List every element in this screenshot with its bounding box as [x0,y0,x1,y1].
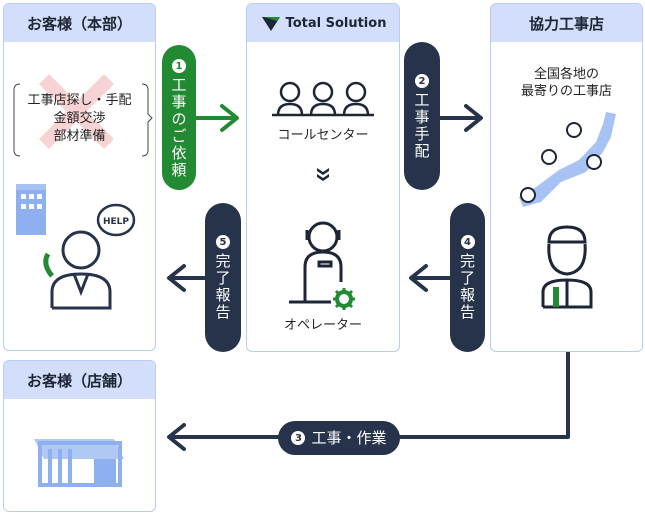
ts-illustration [272,81,374,310]
map-pin-icon [520,122,602,203]
step-number: 3 [291,431,306,445]
brand-name: Total Solution [285,15,387,31]
arrow-step1 [194,104,239,132]
task-item: 工事店探し・手配 [27,93,132,108]
step-label-char: 頼 [171,161,187,179]
arrow-step2 [438,104,483,132]
step-label-char: 報 [459,286,475,304]
step-label-char: 了 [459,269,475,287]
step-number: 5 [216,235,230,249]
step-5-pill: 5 完了報告 [205,203,241,352]
step-label-char: 工 [171,76,187,94]
partner-title: 協力工事店 [491,4,642,42]
hq-panel: お客様（本部） HELP 工事店探し・手配 金額交渉 部材準備 [3,3,156,351]
worker-icon [541,225,593,309]
arrow-step5 [167,264,207,292]
step-label-char: 配 [414,142,430,160]
step-1-pill: 1 工事のご依頼 [162,45,196,190]
step-label-char: ご [171,127,187,145]
step-label-char: 事 [171,93,187,111]
step-2-pill: 2 工事手配 [404,42,440,190]
partner-illustration [519,112,616,309]
partner-panel: 協力工事店 全国各地の 最寄りの工事店 [490,3,643,352]
help-bubble-icon: HELP [96,203,136,237]
step-label-char: 告 [215,303,231,321]
step-number: 4 [460,235,475,249]
step-label-char: 事 [414,108,430,126]
person-phone-icon [43,230,112,310]
building-icon [16,184,46,235]
task-item: 金額交渉 [53,111,106,126]
step-4-pill: 4 完了報告 [450,203,485,352]
operator-icon [289,221,343,304]
step-number: 2 [415,74,429,88]
brand-logo-icon [261,17,280,31]
operator-label: オペレーター [283,318,362,333]
step-label-char: 依 [171,144,187,162]
chevron-down-icon [317,168,329,181]
gear-icon [333,288,355,310]
hq-title: お客様（本部） [4,4,155,42]
step-label-char: 工 [414,91,430,109]
step-3-pill: 3 工事・作業 [278,421,400,455]
task-item: 部材準備 [53,129,106,144]
call-center-staff-icon [272,81,374,117]
step-label-char: 完 [215,252,231,270]
step-label-char: 完 [459,252,475,270]
step-number: 1 [172,59,186,73]
total-solution-panel: Total Solution コールセンター オペレーター [246,3,400,352]
step-label-char: 告 [459,303,475,321]
store-title: お客様（店舗） [4,361,155,399]
step-label-char: 了 [215,269,231,287]
store-icon [34,439,124,487]
store-panel: お客様（店舗） [3,360,156,512]
step-label-char: HELP [103,217,129,227]
brand-header: Total Solution [247,4,399,42]
arrow-step4 [409,264,452,292]
step-label-char: の [171,110,187,128]
step-label-char: 報 [215,286,231,304]
hq-illustration: HELP [13,74,153,310]
step-label-char: 手 [414,125,430,143]
step-label: 工事・作業 [311,428,387,447]
call-center-label: コールセンター [277,128,369,143]
